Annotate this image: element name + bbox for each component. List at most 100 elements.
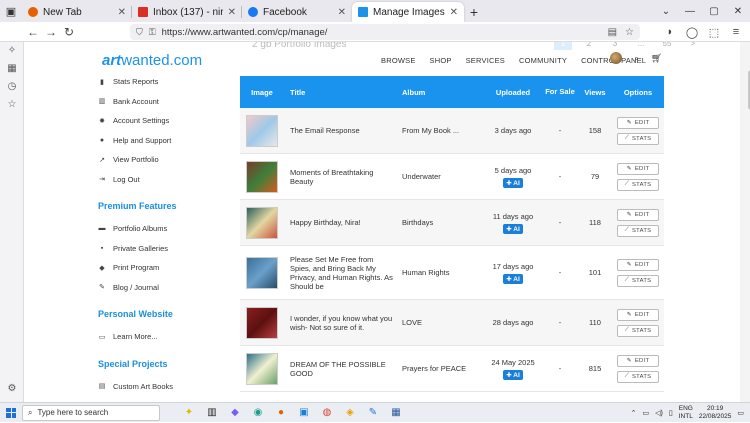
tab-gmail[interactable]: Inbox (137) - niradabush@gmail ✕ — [132, 2, 242, 22]
stats-button[interactable]: ⟋ STATS — [617, 132, 659, 145]
menu-item[interactable]: ▬ Portfolio Albums — [98, 219, 238, 239]
tab-facebook[interactable]: Facebook ✕ — [242, 2, 352, 22]
history-icon[interactable]: ◷ — [0, 78, 24, 96]
page-link[interactable]: 3 — [606, 42, 624, 50]
tab-new-tab[interactable]: New Tab ✕ — [22, 2, 132, 22]
image-thumbnail[interactable] — [246, 160, 278, 193]
close-icon[interactable]: ✕ — [450, 7, 458, 18]
url-text[interactable]: https://www.artwanted.com/cp/manage/ — [162, 27, 328, 38]
avatar[interactable] — [610, 52, 622, 64]
copilot-sparkle-icon[interactable]: ✦ — [180, 404, 198, 422]
section-premium-features[interactable]: Premium Features — [98, 201, 238, 213]
edit-button[interactable]: ✎ EDIT — [617, 116, 659, 129]
image-title[interactable]: I wonder, if you know what you wish- Not… — [284, 314, 396, 332]
volume-icon[interactable]: ◁) — [655, 409, 663, 417]
start-button[interactable] — [0, 403, 22, 423]
firefox-icon[interactable]: ● — [272, 404, 290, 422]
tab-manage-images[interactable]: Manage Images | ArtWanted.co ✕ — [352, 2, 464, 22]
search-icon[interactable]: ⌕ — [634, 53, 639, 64]
bookmark-star-icon[interactable]: ☆ — [625, 27, 634, 38]
menu-item[interactable]: ↗ View Portfolio — [98, 150, 238, 170]
close-window-icon[interactable]: ✕ — [726, 0, 750, 22]
edit-button[interactable]: ✎ EDIT — [617, 162, 659, 175]
extensions-icon[interactable]: ⬚ — [706, 23, 722, 41]
battery-icon[interactable]: ▯ — [669, 409, 673, 417]
pocket-icon[interactable]: ◗ — [662, 23, 678, 41]
address-bar[interactable]: ⛉ ⚿ https://www.artwanted.com/cp/manage/… — [130, 24, 640, 40]
image-title[interactable]: The Email Response — [284, 126, 396, 135]
clock[interactable]: 20:19 22/08/2025 — [699, 405, 732, 421]
image-thumbnail[interactable] — [246, 352, 278, 385]
lock-icon[interactable]: ⚿ — [149, 27, 156, 38]
menu-item[interactable]: ▪ Private Galleries — [98, 239, 238, 259]
stats-button[interactable]: ⟋ STATS — [617, 178, 659, 191]
taskbar-search-input[interactable]: Type here to search — [37, 408, 108, 417]
image-thumbnail[interactable] — [246, 306, 278, 339]
stats-button[interactable]: ⟋ STATS — [617, 274, 659, 287]
stats-button[interactable]: ⟋ STATS — [617, 324, 659, 337]
page-link[interactable]: 2 — [580, 42, 598, 50]
menu-item[interactable]: ✹ Account Settings — [98, 111, 238, 131]
sidebar-toggle-icon[interactable]: ▣ — [0, 0, 22, 22]
synced-tabs-icon[interactable]: ▦ — [0, 60, 24, 78]
nav-community[interactable]: COMMUNITY — [519, 56, 567, 65]
site-logo[interactable]: artwanted.com — [102, 52, 202, 69]
back-arrow-icon[interactable]: ← — [24, 23, 42, 41]
edit-button[interactable]: ✎ EDIT — [617, 208, 659, 221]
menu-item[interactable]: ▭ Learn More... — [98, 327, 238, 347]
section-personal-website[interactable]: Personal Website — [98, 309, 238, 321]
page-scrollbar[interactable] — [740, 42, 750, 402]
chevron-up-icon[interactable]: ⌃ — [631, 409, 637, 417]
menu-item[interactable]: ◆ Print Program — [98, 258, 238, 278]
image-thumbnail[interactable] — [246, 256, 278, 289]
new-tab-button[interactable]: + — [464, 2, 484, 22]
image-title[interactable]: Happy Birthday, Nira! — [284, 218, 396, 227]
maximize-icon[interactable]: ▢ — [702, 0, 726, 22]
menu-item[interactable]: ▤ Custom Art Books — [98, 377, 238, 397]
shield-icon[interactable]: ⛉ — [136, 27, 143, 38]
paint-icon[interactable]: ◈ — [341, 404, 359, 422]
close-icon[interactable]: ✕ — [338, 7, 346, 18]
language-indicator[interactable]: ENG INTL — [679, 405, 693, 421]
copilot-icon[interactable]: ◆ — [226, 404, 244, 422]
edit-button[interactable]: ✎ EDIT — [617, 354, 659, 367]
edit-button[interactable]: ✎ EDIT — [617, 258, 659, 271]
menu-item[interactable]: ✎ Blog / Journal — [98, 278, 238, 298]
reader-view-icon[interactable]: ▤ — [608, 27, 617, 38]
taskbar-search[interactable]: ⌕ Type here to search — [22, 404, 160, 421]
bookmarks-icon[interactable]: ☆ — [0, 96, 24, 114]
section-special-projects[interactable]: Special Projects — [98, 359, 238, 371]
menu-icon[interactable]: ≡ — [728, 23, 744, 41]
ai-chatbot-icon[interactable]: ✧ — [0, 42, 24, 60]
word-icon[interactable]: ▦ — [387, 404, 405, 422]
forward-arrow-icon[interactable]: → — [42, 23, 60, 41]
edit-button[interactable]: ✎ EDIT — [617, 308, 659, 321]
minimize-icon[interactable]: — — [678, 0, 702, 22]
nav-shop[interactable]: SHOP — [430, 56, 452, 65]
image-thumbnail[interactable] — [246, 114, 278, 147]
close-icon[interactable]: ✕ — [228, 7, 236, 18]
nav-services[interactable]: SERVICES — [466, 56, 505, 65]
cart-icon[interactable]: 🛒︎ — [651, 53, 662, 64]
notifications-icon[interactable]: ▭ — [737, 409, 744, 417]
account-icon[interactable]: ◯ — [684, 23, 700, 41]
menu-item[interactable]: ▥ Bank Account — [98, 92, 238, 112]
menu-item[interactable]: ▮ Stats Reports — [98, 72, 238, 92]
image-title[interactable]: Please Set Me Free from Spies, and Bring… — [284, 255, 396, 291]
close-icon[interactable]: ✕ — [118, 7, 126, 18]
menu-item[interactable]: ⇥ Log Out — [98, 170, 238, 190]
chrome-icon[interactable]: ◍ — [318, 404, 336, 422]
edge-icon[interactable]: ◉ — [249, 404, 267, 422]
network-icon[interactable]: ▭ — [643, 409, 650, 417]
stats-button[interactable]: ⟋ STATS — [617, 370, 659, 383]
menu-item[interactable]: ● Help and Support — [98, 131, 238, 151]
sidebar-settings-icon[interactable]: ⚙ — [0, 380, 24, 398]
reload-icon[interactable]: ↻ — [60, 23, 78, 41]
image-title[interactable]: DREAM OF THE POSSIBLE GOOD — [284, 360, 396, 378]
page-link[interactable]: 1 — [554, 42, 572, 50]
page-link[interactable]: > — [684, 42, 702, 50]
stats-button[interactable]: ⟋ STATS — [617, 224, 659, 237]
page-link[interactable]: 55 — [658, 42, 676, 50]
photos-icon[interactable]: ▣ — [295, 404, 313, 422]
image-thumbnail[interactable] — [246, 206, 278, 239]
